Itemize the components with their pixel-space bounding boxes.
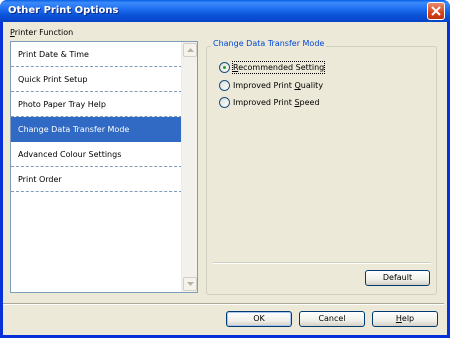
list-item-photo-paper-tray-help[interactable]: Photo Paper Tray Help: [11, 92, 182, 117]
radio-label-improved-print-speed[interactable]: Improved Print Speed: [233, 97, 320, 108]
radio-recommended-setting[interactable]: Recommended Setting: [219, 61, 419, 74]
close-button[interactable]: [427, 2, 445, 20]
help-button[interactable]: Help: [372, 311, 438, 327]
list-item-advanced-colour-settings[interactable]: Advanced Colour Settings: [11, 142, 182, 167]
radio-circle[interactable]: [219, 80, 230, 91]
ok-button[interactable]: OK: [226, 311, 292, 327]
list-item-change-data-transfer-mode[interactable]: Change Data Transfer Mode: [11, 117, 182, 142]
cancel-button[interactable]: Cancel: [299, 311, 365, 327]
scroll-down-button[interactable]: [183, 277, 197, 291]
radio-label-improved-print-quality[interactable]: Improved Print Quality: [233, 80, 323, 91]
radio-label-recommended-setting[interactable]: Recommended Setting: [231, 61, 326, 74]
footer-divider: [3, 303, 444, 305]
printer-function-label: Printer Function: [10, 28, 74, 37]
list-item-print-date-time[interactable]: Print Date & Time: [11, 42, 182, 67]
radio-circle[interactable]: [219, 62, 230, 73]
radio-selected-dot: [223, 66, 226, 69]
printer-function-list[interactable]: Print Date & Time Quick Print Setup Phot…: [10, 41, 198, 293]
radio-improved-print-quality[interactable]: Improved Print Quality: [219, 80, 419, 92]
arrow-up-icon: [187, 48, 194, 52]
list-item-quick-print-setup[interactable]: Quick Print Setup: [11, 67, 182, 92]
title-bar[interactable]: Other Print Options: [0, 0, 450, 22]
radio-improved-print-speed[interactable]: Improved Print Speed: [219, 97, 419, 109]
list-item-print-order[interactable]: Print Order: [11, 167, 182, 192]
transfer-mode-legend: Change Data Transfer Mode: [211, 39, 327, 48]
scroll-up-button[interactable]: [183, 43, 197, 57]
list-scrollbar[interactable]: [181, 42, 197, 292]
arrow-down-icon: [187, 282, 194, 286]
close-icon: [431, 6, 441, 16]
window-title: Other Print Options: [8, 5, 119, 16]
radio-circle[interactable]: [219, 97, 230, 108]
default-button[interactable]: Default: [365, 270, 430, 286]
group-divider: [213, 262, 431, 264]
